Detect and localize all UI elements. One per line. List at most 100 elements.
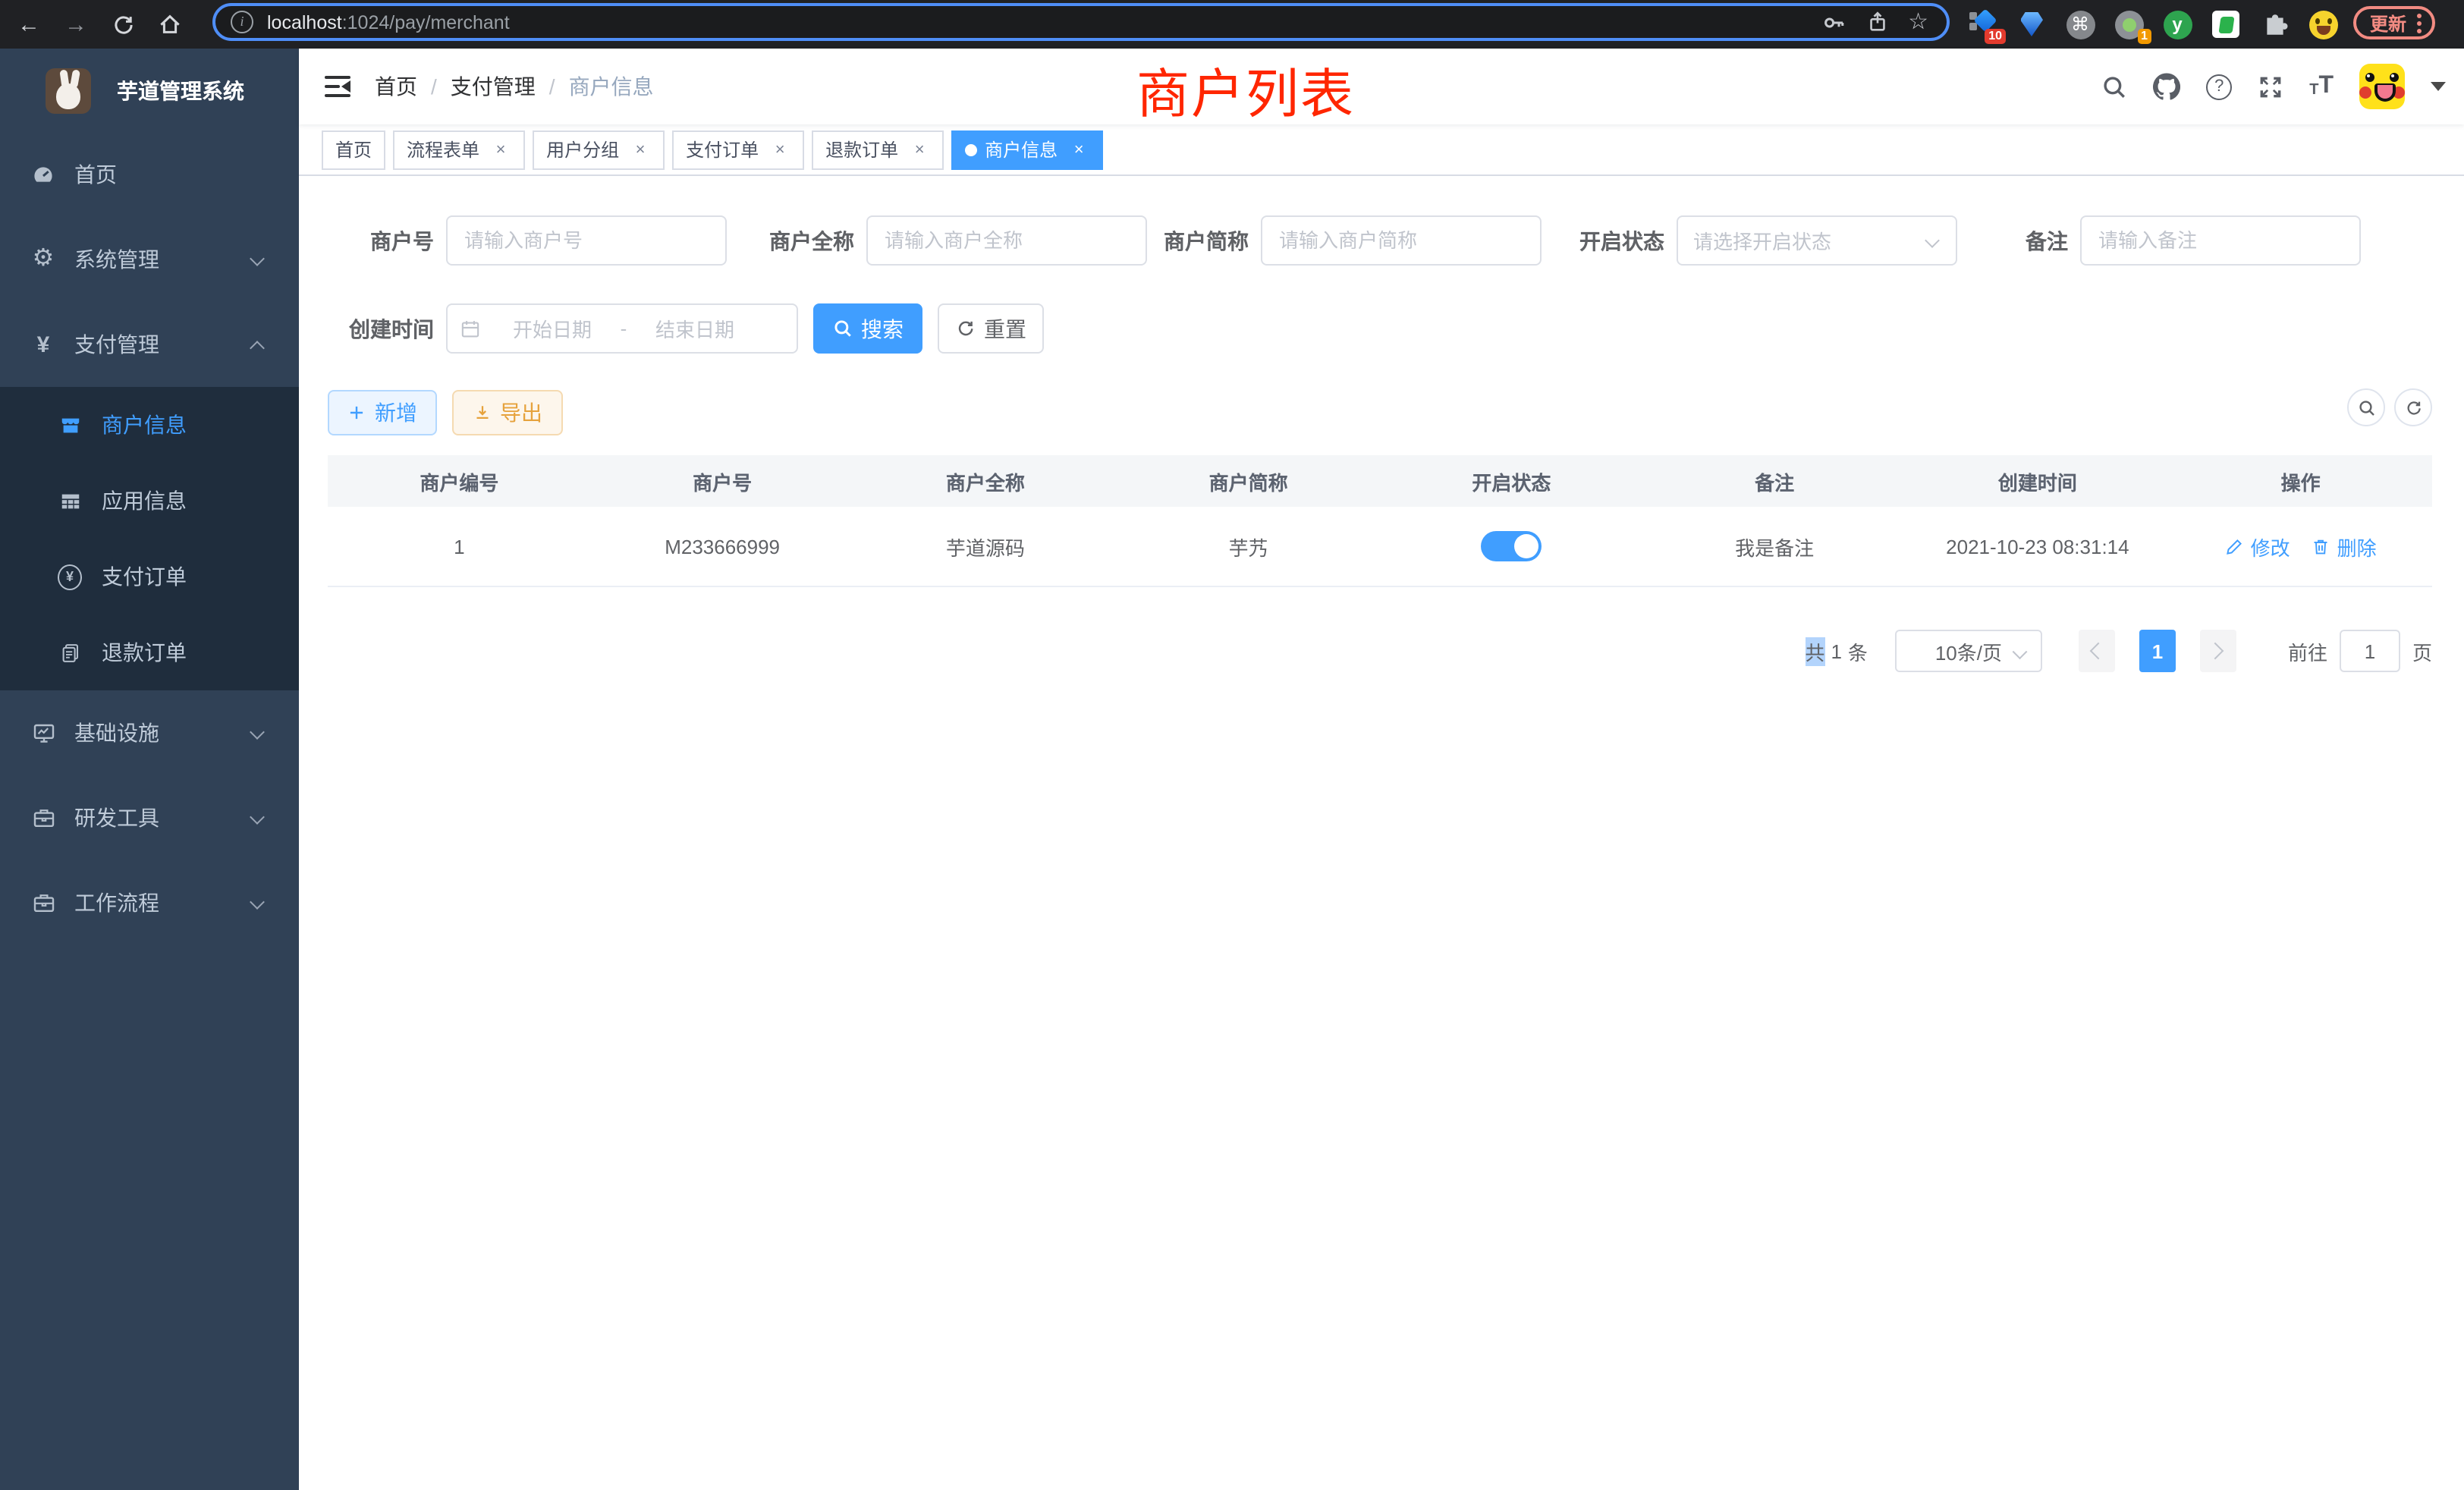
cell-actions: 修改 删除 [2169,532,2432,561]
jump-prefix-label: 前往 [2288,637,2327,665]
address-bar[interactable]: i localhost:1024/pay/merchant ☆ [212,3,1950,41]
tab-home[interactable]: 首页 [322,130,385,169]
sidebar-item-app-info[interactable]: 应用信息 [0,463,299,539]
chevron-right-icon [2208,643,2225,660]
page-size-select[interactable]: 10条/页 [1895,630,2042,672]
search-button-label: 搜索 [861,313,904,344]
cell-short-name: 芋艿 [1117,532,1380,561]
browser-reload-button[interactable] [105,6,141,42]
browser-home-button[interactable] [152,6,188,42]
tab-refund-order[interactable]: 退款订单 × [812,130,944,169]
browser-update-button[interactable]: 更新 [2353,6,2435,39]
extension-gem-icon[interactable] [2016,9,2047,39]
tab-label: 首页 [335,137,372,162]
search-icon[interactable] [2101,74,2127,99]
reset-button-label: 重置 [984,313,1026,344]
browser-forward-button[interactable]: → [58,6,94,42]
full-name-input[interactable] [866,215,1147,266]
extension-diamond-icon[interactable]: 10 [1968,9,1998,39]
jump-page-input[interactable] [2340,630,2400,672]
tab-process-form[interactable]: 流程表单× [393,130,525,169]
pagination-total-prefix: 共 [1805,637,1824,665]
next-page-button[interactable] [2200,630,2236,672]
sidebar-collapse-button[interactable] [325,76,350,97]
app-logo [46,68,91,113]
sidebar-item-dev-tools[interactable]: 研发工具 [0,775,299,860]
cell-create-time: 2021-10-23 08:31:14 [1906,535,2170,558]
add-button[interactable]: 新增 [328,389,437,435]
browser-menu-icon[interactable] [2417,13,2422,33]
gear-icon: ⚙ [30,247,56,272]
help-icon[interactable]: ? [2206,74,2232,99]
status-select[interactable]: 请选择开启状态 [1677,215,1957,266]
edit-link[interactable]: 修改 [2225,532,2290,561]
sidebar-item-infrastructure[interactable]: 基础设施 [0,690,299,775]
profile-smiley-icon[interactable] [2308,9,2338,39]
update-label: 更新 [2370,10,2406,36]
avatar[interactable] [2359,64,2405,109]
search-button[interactable]: 搜索 [813,303,922,354]
browser-back-button[interactable]: ← [11,6,47,42]
close-icon[interactable]: × [769,139,790,160]
site-info-icon[interactable]: i [231,11,253,33]
github-icon[interactable] [2153,73,2180,100]
extension-y-icon[interactable]: y [2162,9,2192,39]
tab-label: 用户分组 [546,137,619,162]
delete-link[interactable]: 删除 [2312,532,2377,561]
extension-command-icon[interactable]: ⌘ [2065,9,2095,39]
sidebar-item-system[interactable]: ⚙ 系统管理 [0,217,299,302]
col-header-full-name: 商户全称 [854,467,1117,495]
short-name-input[interactable] [1261,215,1542,266]
extension-camera-icon[interactable]: 1 [2114,9,2144,39]
tab-merchant-info[interactable]: 商户信息× [951,130,1103,169]
close-icon[interactable]: × [909,139,930,160]
avatar-caret-icon[interactable] [2431,82,2446,91]
create-time-label: 创建时间 [328,313,434,344]
remark-input[interactable] [2080,215,2361,266]
breadcrumb-payment[interactable]: 支付管理 [451,71,536,102]
sidebar-item-home[interactable]: 首页 [0,132,299,217]
prev-page-button[interactable] [2079,630,2115,672]
tab-user-group[interactable]: 用户分组 × [533,130,665,169]
top-navbar: 首页 / 支付管理 / 商户信息 ? [299,49,2464,124]
export-button[interactable]: 导出 [452,389,563,435]
show-search-toggle-button[interactable] [2347,388,2385,426]
refresh-table-button[interactable] [2394,388,2432,426]
share-icon[interactable] [1865,11,1888,33]
col-header-merchant-no: 商户号 [591,467,854,495]
chevron-up-icon [250,341,265,356]
font-size-icon[interactable]: TT [2309,74,2334,99]
status-toggle[interactable] [1481,531,1542,561]
current-page-button[interactable]: 1 [2139,630,2176,672]
extensions-puzzle-icon[interactable] [2259,9,2290,39]
pagination-total-suffix: 条 [1848,637,1868,665]
chevron-left-icon [2091,643,2108,660]
sidebar-item-merchant-info[interactable]: 商户信息 [0,387,299,463]
reset-button[interactable]: 重置 [938,303,1044,354]
calendar-icon [460,318,481,339]
breadcrumb-home[interactable]: 首页 [375,71,417,102]
tab-pay-order[interactable]: 支付订单 × [672,130,804,169]
sidebar-item-workflow[interactable]: 工作流程 [0,860,299,945]
tab-label: 支付订单 [686,137,759,162]
delete-link-label: 删除 [2337,532,2377,561]
date-separator: - [611,317,636,340]
extension-note-icon[interactable] [2211,9,2241,39]
merchant-no-input[interactable] [446,215,727,266]
tab-label: 退款订单 [825,137,898,162]
create-time-range-picker[interactable]: 开始日期 - 结束日期 [446,303,798,354]
home-icon [158,12,182,36]
close-icon[interactable]: × [490,139,511,160]
extension-badge: 1 [2137,29,2151,44]
close-icon[interactable]: × [1068,139,1089,160]
password-key-icon[interactable] [1821,10,1846,34]
sidebar-item-payment[interactable]: ¥ 支付管理 [0,302,299,387]
breadcrumb-current: 商户信息 [569,71,654,102]
search-icon [832,319,852,338]
sidebar-item-refund-order[interactable]: 退款订单 [0,615,299,690]
bookmark-star-icon[interactable]: ☆ [1908,11,1928,33]
status-label: 开启状态 [1567,225,1664,256]
close-icon[interactable]: × [630,139,651,160]
fullscreen-icon[interactable] [2258,74,2283,99]
sidebar-item-pay-order[interactable]: ¥ 支付订单 [0,539,299,615]
